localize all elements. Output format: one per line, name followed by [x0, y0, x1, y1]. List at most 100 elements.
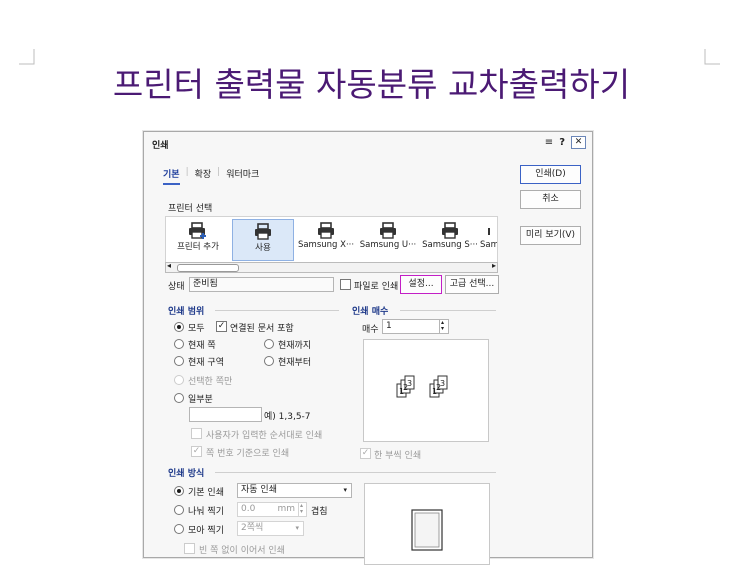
printer-item-samsung-u[interactable]: Samsung U···	[358, 219, 418, 259]
advanced-select-button[interactable]: 고급 선택...	[445, 275, 499, 294]
overlap-label: 겹침	[311, 507, 328, 517]
copies-preview: 123 123	[363, 339, 489, 442]
close-icon[interactable]: ✕	[571, 136, 586, 149]
printer-item-label: 사용	[255, 243, 271, 253]
svg-text:3: 3	[407, 379, 412, 388]
tab-separator: |	[217, 167, 221, 177]
range-until-current-radio[interactable]	[264, 339, 274, 349]
copies-label: 매수	[362, 325, 379, 335]
range-current-page-label: 현재 쪽	[188, 341, 216, 351]
tab-extended[interactable]: 확장	[195, 167, 212, 185]
collate-pages-icon: 123 123	[396, 375, 448, 398]
printer-icon	[255, 223, 271, 240]
help-icon[interactable]: ?	[559, 137, 565, 148]
range-from-current-radio[interactable]	[264, 356, 274, 366]
collate-label: 한 부씩 인쇄	[374, 451, 422, 461]
preview-button[interactable]: 미리 보기(V)	[520, 226, 581, 245]
gather-print-radio[interactable]	[174, 524, 184, 534]
printer-item-partial[interactable]: Sam	[480, 219, 498, 259]
partial-pages-input[interactable]	[189, 407, 262, 422]
printer-item-selected[interactable]: 사용	[232, 219, 294, 261]
page-number-label: 쪽 번호 기준으로 인쇄	[206, 449, 290, 459]
printer-item-label: Samsung U···	[359, 240, 417, 250]
printer-item-add[interactable]: 프린터 추가	[168, 219, 228, 259]
print-button[interactable]: 인쇄(D)	[520, 165, 581, 184]
copies-section: 인쇄 매수	[352, 307, 389, 317]
range-current-page-radio[interactable]	[174, 339, 184, 349]
gather-print-label: 모아 찍기	[188, 526, 224, 536]
dialog-controls: ≡ ? ✕	[545, 136, 586, 149]
printer-item-samsung-s[interactable]: Samsung S···	[420, 219, 480, 259]
tab-basic[interactable]: 기본	[163, 167, 180, 185]
print-to-file-checkbox[interactable]	[340, 279, 351, 290]
split-print-radio[interactable]	[174, 505, 184, 515]
printer-icon	[442, 222, 458, 239]
printer-item-label: Sam	[480, 240, 498, 250]
method-preview	[364, 483, 490, 565]
gather-select[interactable]: 2쪽씩 ▾	[237, 521, 304, 536]
print-dialog: 인쇄 ≡ ? ✕ 기본 | 확장 | 워터마크 인쇄(D) 취소 미리 보기(V…	[143, 131, 593, 565]
divider	[215, 310, 339, 311]
scroll-thumb[interactable]	[177, 264, 239, 272]
chevron-down-icon: ▾	[343, 486, 347, 494]
range-all-label: 모두	[188, 324, 205, 334]
printer-item-samsung-x[interactable]: Samsung X···	[296, 219, 356, 259]
user-order-checkbox[interactable]	[191, 428, 202, 439]
cancel-button[interactable]: 취소	[520, 190, 581, 209]
tab-separator: |	[185, 167, 189, 177]
scroll-left-icon[interactable]: ◂	[167, 261, 171, 270]
scroll-right-icon[interactable]: ▸	[492, 261, 496, 270]
printer-icon	[318, 222, 334, 239]
print-to-file-label: 파일로 인쇄	[354, 282, 399, 292]
settings-button[interactable]: 설정...	[400, 275, 442, 294]
basic-print-label: 기본 인쇄	[188, 488, 224, 498]
range-until-current-label: 현재까지	[278, 341, 312, 351]
page-layout-icon	[411, 509, 443, 551]
split-print-label: 나눠 찍기	[188, 507, 224, 517]
page-number-checkbox[interactable]: ✓	[191, 446, 202, 457]
printer-add-icon	[189, 222, 206, 239]
dialog-title: 인쇄	[152, 141, 169, 151]
range-partial-label: 일부분	[188, 395, 213, 405]
printer-item-label: Samsung S···	[422, 240, 478, 250]
linked-docs-checkbox[interactable]: ✓	[216, 321, 227, 332]
basic-print-select[interactable]: 자동 인쇄 ▾	[237, 483, 352, 498]
range-current-section-label: 현재 구역	[188, 358, 224, 368]
range-selection-radio[interactable]	[174, 375, 184, 385]
split-value: 0.0	[241, 504, 256, 514]
printer-icon	[488, 228, 490, 235]
range-all-radio[interactable]	[174, 322, 184, 332]
gather-select-value: 2쪽씩	[241, 523, 264, 533]
no-blank-label: 빈 쪽 없이 이어서 인쇄	[199, 546, 285, 556]
svg-text:3: 3	[440, 379, 445, 388]
divider	[400, 310, 496, 311]
printer-list: 프린터 추가 사용 Samsung X··· Samsung U··· Sams…	[165, 216, 498, 264]
range-partial-radio[interactable]	[174, 393, 184, 403]
range-from-current-label: 현재부터	[278, 358, 312, 368]
printer-list-scrollbar[interactable]: ◂ ▸	[165, 261, 498, 273]
split-spinner[interactable]: ▴ ▾	[298, 502, 307, 517]
collate-checkbox[interactable]: ✓	[360, 448, 371, 459]
split-unit: mm	[277, 504, 295, 514]
page-title: 프린터 출력물 자동분류 교차출력하기	[0, 58, 743, 106]
split-value-input[interactable]: 0.0 mm	[237, 502, 302, 517]
range-selection-label: 선택한 쪽만	[188, 377, 233, 387]
linked-docs-label: 연결된 문서 포함	[230, 324, 294, 334]
status-label: 상태	[168, 282, 185, 292]
no-blank-checkbox[interactable]	[184, 543, 195, 554]
printer-item-label: Samsung X···	[297, 240, 355, 250]
copies-spinner[interactable]: ▴ ▾	[439, 319, 449, 334]
status-field: 준비됨	[189, 277, 334, 292]
user-order-label: 사용자가 입력한 순서대로 인쇄	[206, 431, 323, 441]
range-current-section-radio[interactable]	[174, 356, 184, 366]
divider	[215, 472, 496, 473]
copies-input[interactable]: 1	[382, 319, 444, 334]
print-range-section: 인쇄 범위	[168, 307, 205, 317]
basic-print-radio[interactable]	[174, 486, 184, 496]
tab-watermark[interactable]: 워터마크	[226, 167, 259, 185]
options-icon[interactable]: ≡	[545, 137, 553, 148]
tab-bar: 기본 | 확장 | 워터마크	[163, 167, 259, 185]
printer-item-label: 프린터 추가	[177, 242, 219, 252]
chevron-down-icon: ▾	[295, 524, 299, 532]
partial-example-label: 예) 1,3,5-7	[264, 412, 311, 422]
